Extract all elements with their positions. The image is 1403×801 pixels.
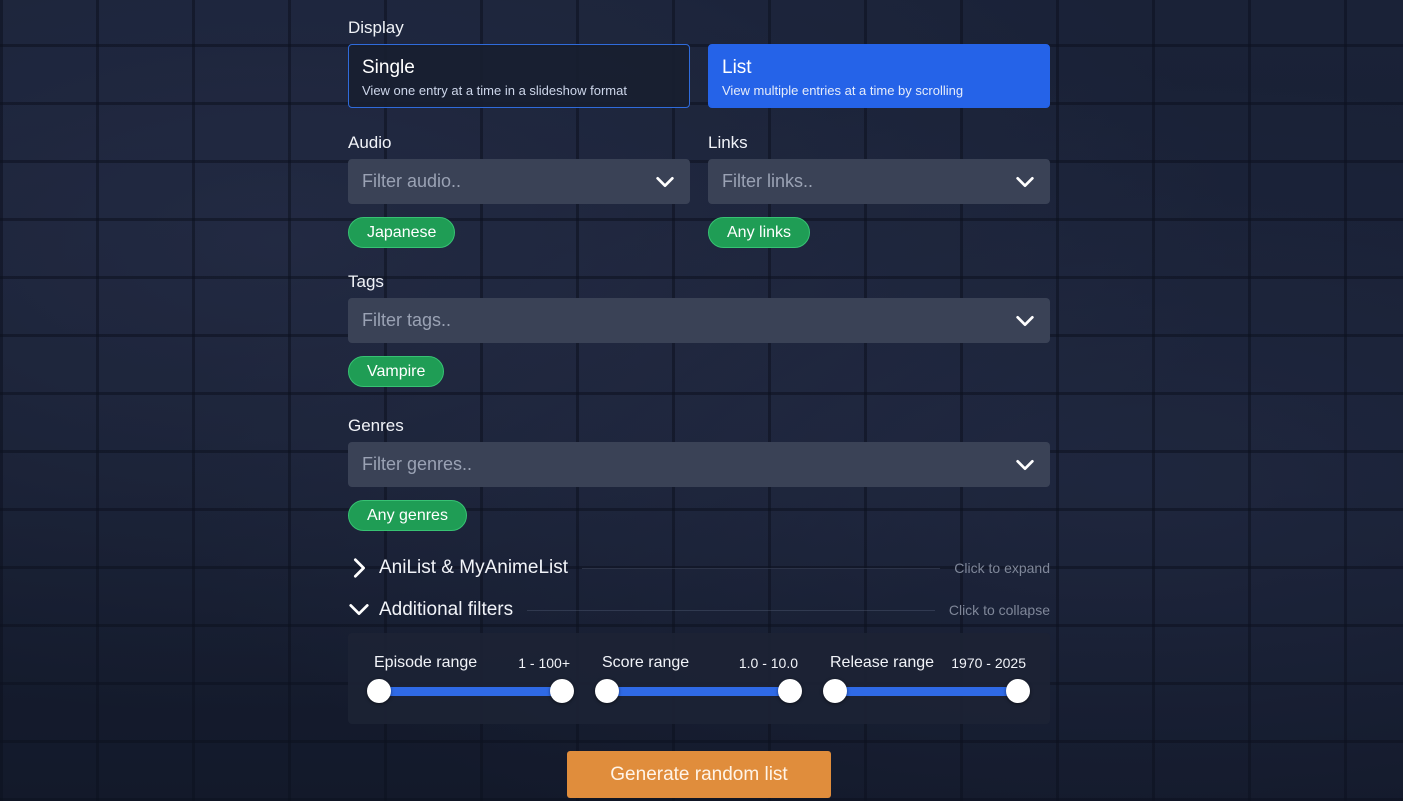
score-range-value: 1.0 - 10.0 [738, 655, 798, 671]
score-range-label: Score range [602, 654, 690, 671]
chevron-down-icon[interactable] [1014, 454, 1036, 476]
release-range-label: Release range [830, 654, 935, 671]
tags-filter-placeholder: Filter tags.. [362, 310, 452, 330]
display-option-description: View multiple entries at a time by scrol… [722, 83, 964, 98]
display-option-single[interactable]: Single View one entry at a time in a sli… [348, 44, 690, 108]
audio-label: Audio [348, 133, 392, 152]
links-chip-any[interactable]: Any links [708, 217, 811, 248]
genres-filter-placeholder: Filter genres.. [362, 454, 473, 474]
episode-range-value: 1 - 100+ [518, 655, 570, 671]
release-range-slider: Release range 1970 - 2025 [823, 633, 1030, 724]
anilist-section-hint: Click to expand [954, 560, 1050, 576]
genres-label: Genres [348, 416, 404, 435]
release-range-value: 1970 - 2025 [951, 655, 1026, 671]
chevron-right-icon [353, 558, 365, 578]
links-filter-placeholder: Filter links.. [722, 171, 814, 191]
additional-filters-toggle[interactable]: Additional filters Click to collapse [348, 595, 1050, 625]
tags-chip-vampire[interactable]: Vampire [348, 356, 445, 387]
release-range-min-handle[interactable] [823, 679, 847, 703]
links-label: Links [708, 133, 748, 152]
display-option-title: List [722, 57, 752, 78]
additional-filters-hint: Click to collapse [948, 602, 1050, 618]
episode-range-slider: Episode range 1 - 100+ [367, 633, 574, 724]
genres-filter-input[interactable]: Filter genres.. [348, 442, 1050, 487]
display-label: Display [348, 18, 404, 37]
score-range-track[interactable] [608, 687, 792, 696]
section-divider [527, 609, 935, 611]
additional-filters-title: Additional filters [379, 599, 514, 620]
chevron-down-icon [349, 604, 369, 616]
audio-chip-japanese[interactable]: Japanese [348, 217, 456, 248]
chevron-down-icon[interactable] [1014, 310, 1036, 332]
links-filter-input[interactable]: Filter links.. [708, 159, 1050, 204]
episode-range-track[interactable] [380, 687, 564, 696]
anilist-section-toggle[interactable]: AniList & MyAnimeList Click to expand [348, 553, 1050, 583]
score-range-min-handle[interactable] [595, 679, 619, 703]
additional-filters-panel: Episode range 1 - 100+ Score range 1.0 -… [348, 633, 1050, 724]
audio-filter-placeholder: Filter audio.. [362, 171, 462, 191]
episode-range-label: Episode range [374, 654, 478, 671]
score-range-slider: Score range 1.0 - 10.0 [595, 633, 802, 724]
chevron-down-icon[interactable] [1014, 171, 1036, 193]
anilist-section-title: AniList & MyAnimeList [379, 557, 569, 578]
tags-filter-input[interactable]: Filter tags.. [348, 298, 1050, 343]
genres-chip-any[interactable]: Any genres [348, 500, 467, 531]
generate-random-list-button[interactable]: Generate random list [567, 751, 831, 798]
chevron-down-icon[interactable] [654, 171, 676, 193]
release-range-max-handle[interactable] [1006, 679, 1030, 703]
display-option-title: Single [362, 57, 415, 78]
section-divider [582, 567, 941, 569]
audio-filter-input[interactable]: Filter audio.. [348, 159, 690, 204]
score-range-max-handle[interactable] [778, 679, 802, 703]
release-range-track[interactable] [836, 687, 1020, 696]
tags-label: Tags [348, 272, 384, 291]
display-option-list[interactable]: List View multiple entries at a time by … [708, 44, 1050, 108]
episode-range-min-handle[interactable] [367, 679, 391, 703]
episode-range-max-handle[interactable] [550, 679, 574, 703]
display-option-description: View one entry at a time in a slideshow … [362, 83, 627, 98]
